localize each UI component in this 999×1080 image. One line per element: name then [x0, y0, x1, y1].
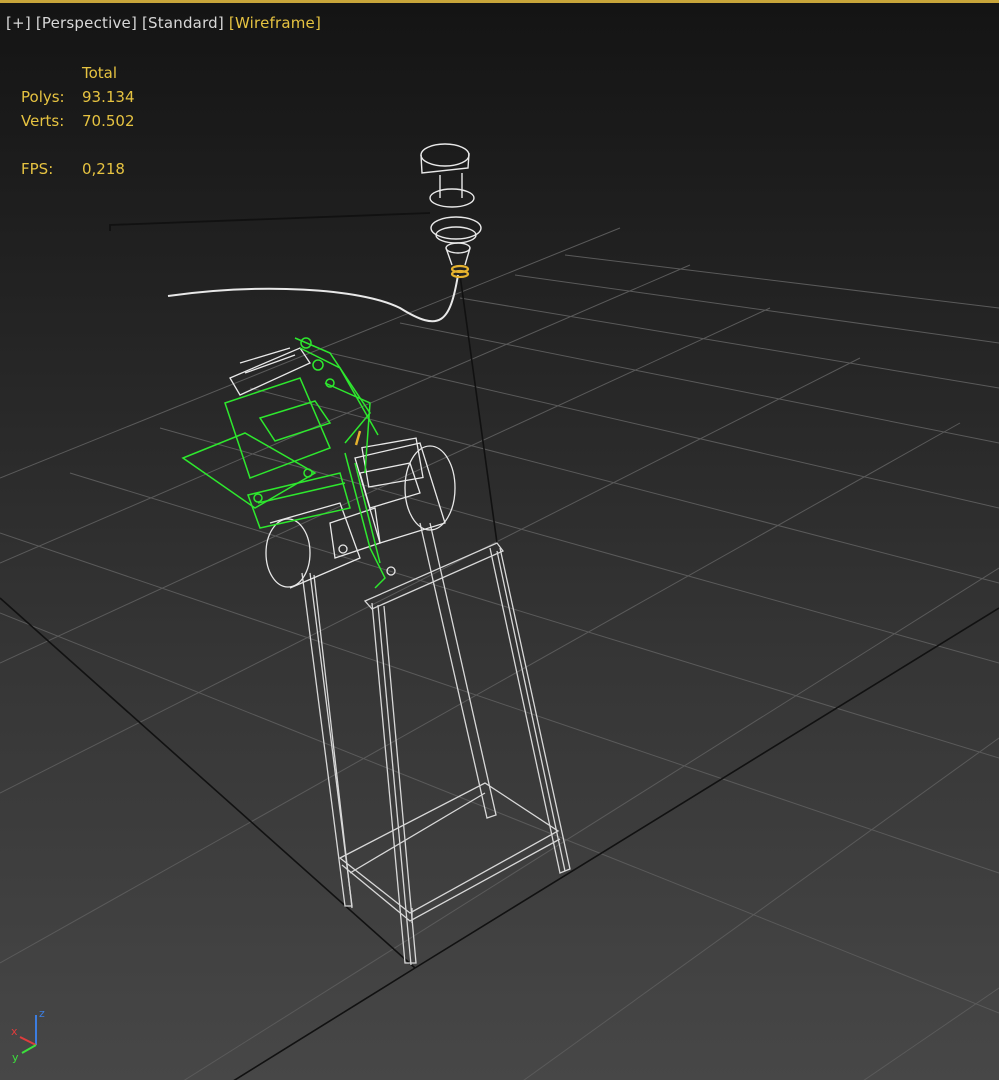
verts-value: 70.502 — [82, 112, 135, 130]
fps-label: FPS: — [21, 160, 54, 178]
viewport-general-menu[interactable]: [+] — [6, 14, 31, 32]
statistics-overlay: Total Polys: 93.134 Verts: 70.502 FPS: 0,21… — [21, 61, 135, 181]
y-axis-icon — [21, 1044, 37, 1054]
lamp-wireframe — [420, 143, 482, 266]
viewport-shading-menu[interactable]: [Standard] — [142, 14, 224, 32]
x-axis-label: x — [11, 1025, 18, 1038]
selected-accent — [354, 430, 362, 446]
axis-gizmo: z x y — [11, 1007, 45, 1064]
y-axis-label: y — [12, 1051, 19, 1064]
machine-wireframe — [229, 347, 456, 589]
z-axis-label: z — [39, 1007, 45, 1020]
scene-canvas[interactable] — [0, 3, 999, 1080]
viewport-label-menu[interactable]: [+] [Perspective] [Standard] [Wireframe] — [6, 14, 321, 32]
stats-total-header: Total — [82, 64, 118, 82]
perspective-viewport[interactable]: [+] [Perspective] [Standard] [Wireframe]… — [0, 0, 999, 1080]
world-axes — [0, 597, 999, 1080]
table-wireframe — [301, 522, 571, 966]
home-grid — [0, 227, 999, 1080]
viewport-display-menu[interactable]: [Wireframe] — [229, 14, 321, 32]
x-axis-icon — [19, 1036, 37, 1046]
polys-value: 93.134 — [82, 88, 135, 106]
polys-label: Polys: — [21, 88, 65, 106]
viewport-point-of-view-menu[interactable]: [Perspective] — [36, 14, 137, 32]
verts-label: Verts: — [21, 112, 65, 130]
fps-value: 0,218 — [82, 160, 125, 178]
